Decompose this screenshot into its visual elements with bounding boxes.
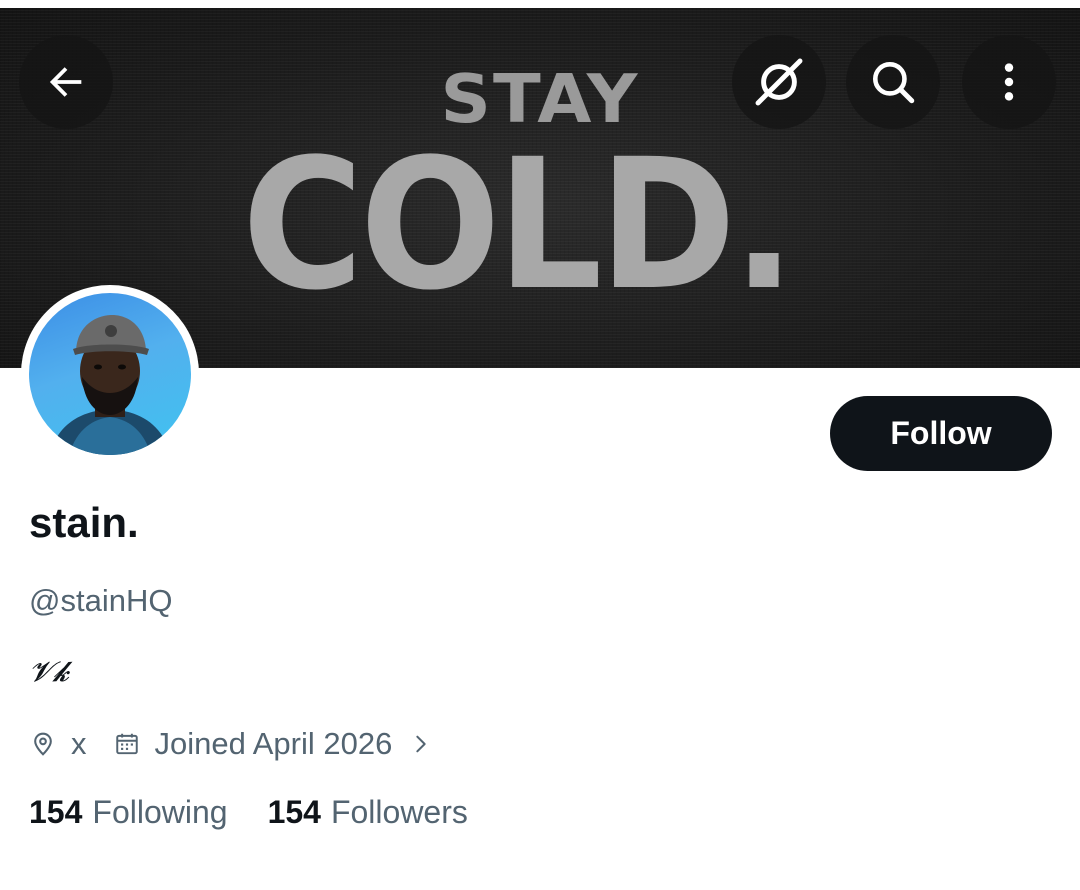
display-name: stain.	[29, 499, 139, 546]
arrow-left-icon	[49, 67, 82, 97]
banner-text-cold: COLD.	[242, 121, 795, 330]
avatar-portrait-illustration	[49, 315, 171, 455]
search-icon	[873, 62, 915, 104]
grok-button[interactable]	[732, 35, 826, 129]
chevron-right-icon[interactable]	[410, 731, 432, 757]
joined-date[interactable]: Joined April 2026	[155, 726, 393, 762]
followers-count: 154	[267, 794, 321, 830]
profile-meta-row: x Joined April 2026	[29, 724, 432, 764]
bio-text: 𝓥𝓴	[29, 655, 70, 688]
more-vertical-icon	[1004, 63, 1014, 101]
followers-label: Followers	[330, 794, 468, 830]
avatar[interactable]	[21, 285, 199, 463]
location-pin-icon	[29, 730, 57, 758]
back-button[interactable]	[19, 35, 113, 129]
follow-stats: 154 Following 154 Followers	[29, 793, 468, 831]
following-count: 154	[29, 794, 83, 830]
avatar-image	[29, 293, 191, 455]
following-link[interactable]: 154 Following	[29, 793, 228, 831]
calendar-icon	[113, 730, 141, 758]
search-button[interactable]	[846, 35, 940, 129]
more-options-button[interactable]	[962, 35, 1056, 129]
grok-slash-circle-icon	[755, 58, 803, 106]
followers-link[interactable]: 154 Followers	[268, 793, 468, 831]
follow-button[interactable]: Follow	[830, 396, 1052, 471]
following-label: Following	[92, 794, 228, 830]
username-handle: @stainHQ	[29, 583, 173, 618]
location-text: x	[71, 726, 87, 761]
